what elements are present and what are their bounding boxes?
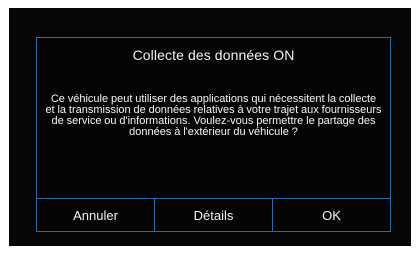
dialog-title: Collecte des données ON bbox=[132, 47, 295, 63]
cancel-button[interactable]: Annuler bbox=[37, 199, 154, 231]
data-collection-dialog: Collecte des données ON Ce véhicule peut… bbox=[36, 37, 391, 232]
infotainment-screen: Collecte des données ON Ce véhicule peut… bbox=[9, 8, 411, 246]
details-button[interactable]: Détails bbox=[154, 199, 272, 231]
dialog-message: Ce véhicule peut utiliser des applicatio… bbox=[45, 93, 382, 138]
dialog-button-row: Annuler Détails OK bbox=[37, 198, 390, 231]
ok-button[interactable]: OK bbox=[272, 199, 390, 231]
